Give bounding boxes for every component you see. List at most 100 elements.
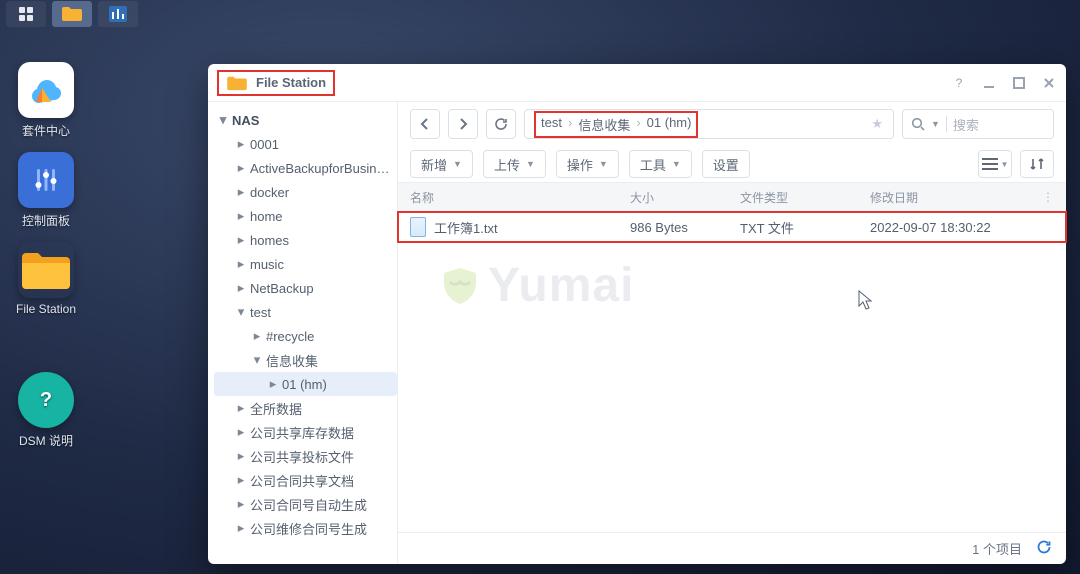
caret-right-icon[interactable]: ▸ <box>236 523 246 533</box>
caret-right-icon[interactable]: ▸ <box>236 451 246 461</box>
tree-node[interactable]: ▸全所数据 <box>214 396 397 420</box>
breadcrumb-path: test › 信息收集 › 01 (hm) <box>535 112 697 137</box>
toolbar: 新增▼ 上传▼ 操作▼ 工具▼ 设置 ▼ <box>398 146 1066 182</box>
tree-node[interactable]: ▸公司共享库存数据 <box>214 420 397 444</box>
chevron-down-icon: ▼ <box>453 159 462 169</box>
nav-forward-button[interactable] <box>448 109 478 139</box>
nav-back-button[interactable] <box>410 109 440 139</box>
crumb[interactable]: 信息收集 <box>578 115 630 134</box>
folder-icon <box>20 249 72 291</box>
toolbar-settings-button[interactable]: 设置 <box>702 150 750 178</box>
caret-right-icon[interactable]: ▸ <box>236 259 246 269</box>
caret-right-icon[interactable]: ▸ <box>252 331 262 341</box>
maximize-icon[interactable] <box>1012 76 1026 90</box>
chevron-right-icon <box>457 118 469 130</box>
tree-node[interactable]: ▾信息收集 <box>214 348 397 372</box>
tree-node[interactable]: ▸公司合同号自动生成 <box>214 492 397 516</box>
tree-node-label: homes <box>250 233 289 248</box>
tree-node[interactable]: ▸#recycle <box>214 324 397 348</box>
caret-right-icon[interactable]: ▸ <box>236 235 246 245</box>
desktop-icon-package-center[interactable]: 套件中心 <box>12 62 80 139</box>
toolbar-upload-button[interactable]: 上传▼ <box>483 150 546 178</box>
tree-node[interactable]: ▸ 公司合同共享文档 <box>214 468 397 492</box>
search-box[interactable]: ▼ 搜索 <box>902 109 1054 139</box>
caret-down-icon[interactable]: ▾ <box>236 307 246 317</box>
file-row[interactable]: 工作簿1.txt 986 Bytes TXT 文件 2022-09-07 18:… <box>398 212 1066 242</box>
favorite-star-icon[interactable]: ★ <box>871 116 883 132</box>
mouse-cursor-icon <box>858 290 872 310</box>
tree-root[interactable]: ▾ NAS <box>214 108 397 132</box>
tree-node-label: 公司共享投标文件 <box>250 447 354 466</box>
caret-right-icon[interactable]: ▸ <box>236 283 246 293</box>
tree-node[interactable]: ▸01 (hm) <box>214 372 397 396</box>
columns-menu-icon[interactable]: ⋮ <box>1030 190 1054 204</box>
caret-right-icon[interactable]: ▸ <box>236 499 246 509</box>
sort-button[interactable] <box>1020 150 1054 178</box>
caret-right-icon[interactable]: ▸ <box>236 427 246 437</box>
chevron-down-icon: ▼ <box>672 159 681 169</box>
desktop-icon-file-station[interactable]: File Station <box>12 242 80 316</box>
col-type[interactable]: 文件类型 <box>740 189 870 206</box>
list-icon <box>982 158 998 170</box>
shield-icon <box>438 264 482 308</box>
caret-right-icon[interactable]: ▸ <box>236 211 246 221</box>
tree-node-label: 公司合同共享文档 <box>250 471 354 490</box>
folder-tree[interactable]: ▾ NAS ▸0001▸ActiveBackupforBusiness▸dock… <box>208 102 398 564</box>
toolbar-tools-button[interactable]: 工具▼ <box>629 150 692 178</box>
desktop-icon-control-panel[interactable]: 控制面板 <box>12 152 80 229</box>
tree-node[interactable]: ▸ home <box>214 204 397 228</box>
tree-node[interactable]: ▸0001 <box>214 132 397 156</box>
grid-rows[interactable]: 工作簿1.txt 986 Bytes TXT 文件 2022-09-07 18:… <box>398 212 1066 532</box>
tree-node[interactable]: ▸ NetBackup <box>214 276 397 300</box>
window-title: File Station <box>256 75 326 90</box>
crumb[interactable]: test <box>541 115 562 134</box>
desktop-icon-label: 套件中心 <box>22 122 70 139</box>
caret-down-icon[interactable]: ▾ <box>252 355 262 365</box>
caret-right-icon[interactable]: ▸ <box>236 163 246 173</box>
toolbar-new-button[interactable]: 新增▼ <box>410 150 473 178</box>
status-refresh-button[interactable] <box>1036 539 1052 558</box>
col-name[interactable]: 名称 <box>410 189 630 206</box>
desktop-icon-label: 控制面板 <box>22 212 70 229</box>
file-station-window: File Station ? ▾ NAS ▸0001▸ActiveBackupf… <box>208 64 1066 564</box>
taskbar-equalizer-button[interactable] <box>98 1 138 27</box>
caret-right-icon[interactable]: ▸ <box>236 187 246 197</box>
caret-right-icon[interactable]: ▸ <box>236 475 246 485</box>
minimize-icon[interactable] <box>982 76 996 90</box>
folder-icon <box>226 75 248 91</box>
breadcrumb[interactable]: test › 信息收集 › 01 (hm) ★ <box>524 109 894 139</box>
watermark: Yumai <box>438 258 634 313</box>
divider <box>946 116 947 132</box>
col-modified[interactable]: 修改日期 <box>870 189 1030 206</box>
tree-node-label: NetBackup <box>250 281 314 296</box>
taskbar-apps-button[interactable] <box>6 1 46 27</box>
taskbar-file-station-button[interactable] <box>52 1 92 27</box>
tree-node[interactable]: ▸ActiveBackupforBusiness <box>214 156 397 180</box>
tree-node[interactable]: ▸公司维修合同号生成 <box>214 516 397 540</box>
tree-node[interactable]: ▸ 公司共享投标文件 <box>214 444 397 468</box>
tree-node-label: home <box>250 209 283 224</box>
caret-right-icon[interactable]: ▸ <box>236 139 246 149</box>
desktop-icon-label: File Station <box>16 302 76 316</box>
crumb[interactable]: 01 (hm) <box>647 115 692 134</box>
desktop-icon-help[interactable]: ? DSM 说明 <box>12 372 80 449</box>
close-icon[interactable] <box>1042 76 1056 90</box>
tree-node[interactable]: ▸ homes <box>214 228 397 252</box>
sort-icon <box>1030 157 1044 171</box>
svg-text:?: ? <box>40 389 52 411</box>
svg-text:?: ? <box>956 76 963 90</box>
caret-right-icon[interactable]: ▸ <box>268 379 278 389</box>
tree-node[interactable]: ▸music <box>214 252 397 276</box>
toolbar-action-button[interactable]: 操作▼ <box>556 150 619 178</box>
caret-right-icon[interactable]: ▸ <box>236 403 246 413</box>
nav-row: test › 信息收集 › 01 (hm) ★ ▼ 搜索 <box>398 102 1066 146</box>
search-placeholder: 搜索 <box>953 115 979 134</box>
tree-node-label: test <box>250 305 271 320</box>
view-list-button[interactable]: ▼ <box>978 150 1012 178</box>
tree-node[interactable]: ▾ test <box>214 300 397 324</box>
col-size[interactable]: 大小 <box>630 189 740 206</box>
search-icon <box>911 117 925 131</box>
tree-node[interactable]: ▸docker <box>214 180 397 204</box>
help-icon[interactable]: ? <box>952 76 966 90</box>
refresh-button[interactable] <box>486 109 516 139</box>
